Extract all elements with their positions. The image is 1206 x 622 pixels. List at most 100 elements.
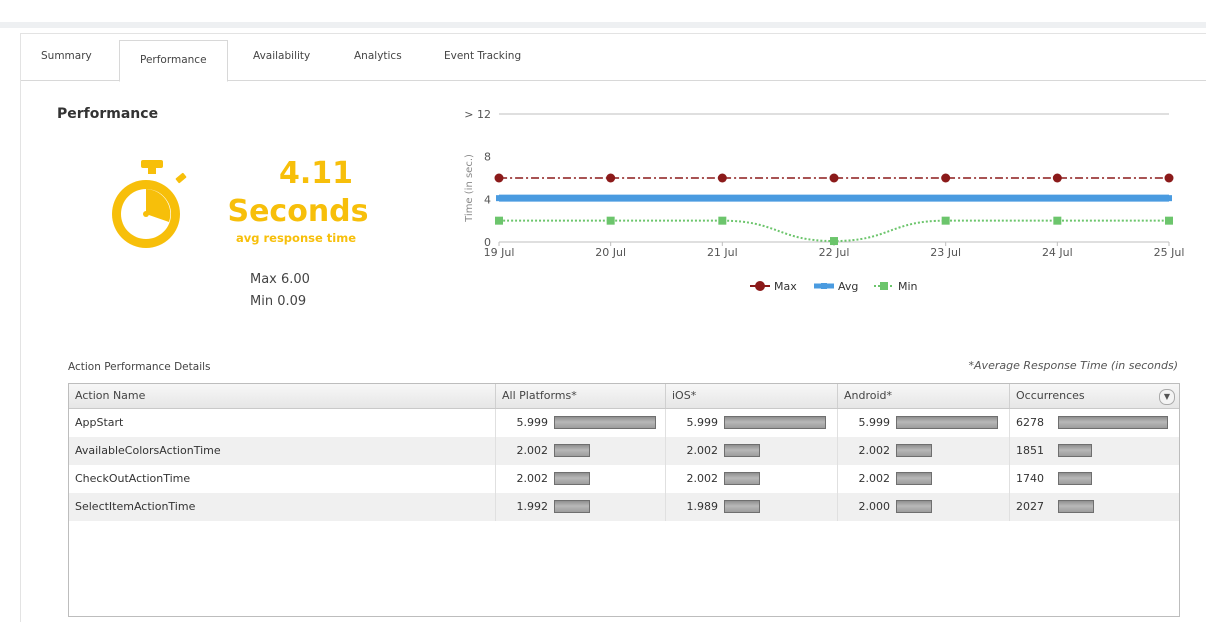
legend-label-max: Max [774, 280, 797, 293]
legend-marker-avg [821, 283, 827, 289]
max-value: Max 6.00 [250, 272, 310, 287]
data-point-min [830, 237, 838, 246]
action-name: CheckOutActionTime [69, 465, 496, 493]
all-platforms-value: 1.992 [516, 500, 549, 513]
ios-value: 1.989 [686, 500, 719, 513]
x-tick-label: 25 Jul [1154, 246, 1185, 259]
data-point-avg [1166, 195, 1172, 202]
tab-bar: Summary Performance Availability Analyti… [21, 34, 1206, 82]
occurrences-cell: 1740 [1010, 465, 1179, 493]
data-point-max [494, 173, 504, 183]
x-tick-label: 19 Jul [484, 246, 515, 259]
android-cell: 2.002 [838, 437, 1010, 465]
y-tick-label: 4 [484, 193, 491, 206]
response-time-chart: 0 4 8 > 12 19 Jul 20 Jul 21 Jul 22 Jul 23 Jul 24 … [460, 104, 1200, 308]
line-chart-svg: 048> 1219 Jul 20 Jul 21 Jul 22 Jul 23 Jul 24 … [464, 108, 1185, 293]
avg-value: 4.11 [278, 156, 354, 191]
ios-bar [724, 444, 760, 457]
column-header-ios[interactable]: iOS* [666, 384, 838, 408]
occurrences-bar [1058, 500, 1094, 513]
android-value: 5.999 [858, 416, 891, 429]
data-point-min [941, 216, 950, 225]
column-header-action-name[interactable]: Action Name [69, 384, 496, 408]
android-bar [896, 444, 932, 457]
table-header: Action Name All Platforms* iOS* Android*… [69, 384, 1179, 409]
occurrences-value: 2027 [1016, 500, 1044, 513]
chevron-down-icon[interactable]: ▼ [1159, 389, 1175, 405]
x-tick-label: 20 Jul [595, 246, 626, 259]
tab-analytics[interactable]: Analytics [354, 34, 402, 80]
tab-summary[interactable]: Summary [41, 34, 92, 80]
all-platforms-bar [554, 444, 590, 457]
all-platforms-cell: 2.002 [496, 465, 666, 493]
occurrences-label: Occurrences [1016, 389, 1085, 402]
android-cell: 5.999 [838, 409, 1010, 437]
action-name: AppStart [69, 409, 496, 437]
data-point-max [1052, 173, 1062, 183]
tab-event-tracking[interactable]: Event Tracking [444, 34, 521, 80]
all-platforms-cell: 5.999 [496, 409, 666, 437]
tab-availability[interactable]: Availability [253, 34, 310, 80]
avg-unit: Seconds [227, 194, 369, 229]
all-platforms-value: 2.002 [516, 472, 549, 485]
avg-subtitle: avg response time [236, 231, 356, 245]
all-platforms-value: 2.002 [516, 444, 549, 457]
ios-bar [724, 416, 826, 429]
column-header-android[interactable]: Android* [838, 384, 1010, 408]
android-bar [896, 472, 932, 485]
data-point-min [495, 216, 503, 225]
android-cell: 2.002 [838, 465, 1010, 493]
data-point-max [829, 173, 839, 183]
table-row[interactable]: SelectItemActionTime 1.992 1.989 2.000 2… [69, 493, 1179, 521]
data-point-max [941, 173, 951, 183]
android-value: 2.002 [858, 472, 891, 485]
legend-marker-max [755, 281, 765, 291]
x-tick-label: 21 Jul [707, 246, 738, 259]
occurrences-bar [1058, 472, 1092, 485]
ios-value: 2.002 [686, 472, 719, 485]
ios-cell: 1.989 [666, 493, 838, 521]
data-point-min [718, 216, 727, 225]
action-name: SelectItemActionTime [69, 493, 496, 521]
data-point-max [1164, 173, 1174, 183]
x-tick-label: 24 Jul [1042, 246, 1073, 259]
y-tick-label: > 12 [464, 108, 491, 121]
action-name: AvailableColorsActionTime [69, 437, 496, 465]
x-tick-label: 22 Jul [819, 246, 850, 259]
all-platforms-bar [554, 472, 590, 485]
android-value: 2.002 [858, 444, 891, 457]
legend-label-min: Min [898, 280, 918, 293]
android-bar [896, 500, 932, 513]
android-cell: 2.000 [838, 493, 1010, 521]
data-point-max [717, 173, 727, 183]
y-axis-label: Time (in sec.) [464, 154, 475, 223]
occurrences-bar [1058, 444, 1092, 457]
all-platforms-bar [554, 500, 590, 513]
min-value: Min 0.09 [250, 294, 307, 309]
ios-value: 5.999 [686, 416, 719, 429]
column-header-all-platforms[interactable]: All Platforms* [496, 384, 666, 408]
all-platforms-value: 5.999 [516, 416, 549, 429]
data-point-max [606, 173, 616, 183]
data-point-min [1053, 216, 1062, 225]
all-platforms-cell: 2.002 [496, 437, 666, 465]
table-row[interactable]: AvailableColorsActionTime 2.002 2.002 2.… [69, 437, 1179, 465]
column-header-occurrences[interactable]: Occurrences ▼ [1010, 384, 1179, 408]
tab-performance[interactable]: Performance [119, 40, 228, 82]
data-point-avg [942, 195, 949, 202]
occurrences-cell: 6278 [1010, 409, 1179, 437]
data-point-avg [496, 195, 502, 202]
stopwatch-icon [108, 158, 198, 262]
table-row[interactable]: AppStart 5.999 5.999 5.999 6278 [69, 409, 1179, 437]
ios-value: 2.002 [686, 444, 719, 457]
action-performance-table: Action Name All Platforms* iOS* Android*… [68, 383, 1180, 617]
occurrences-cell: 1851 [1010, 437, 1179, 465]
table-note: *Average Response Time (in seconds) [968, 359, 1178, 372]
table-row[interactable]: CheckOutActionTime 2.002 2.002 2.002 174… [69, 465, 1179, 493]
top-strip [0, 0, 1206, 28]
ios-cell: 2.002 [666, 437, 838, 465]
android-bar [896, 416, 998, 429]
x-tick-label: 23 Jul [930, 246, 961, 259]
occurrences-value: 1740 [1016, 472, 1044, 485]
ios-cell: 2.002 [666, 465, 838, 493]
